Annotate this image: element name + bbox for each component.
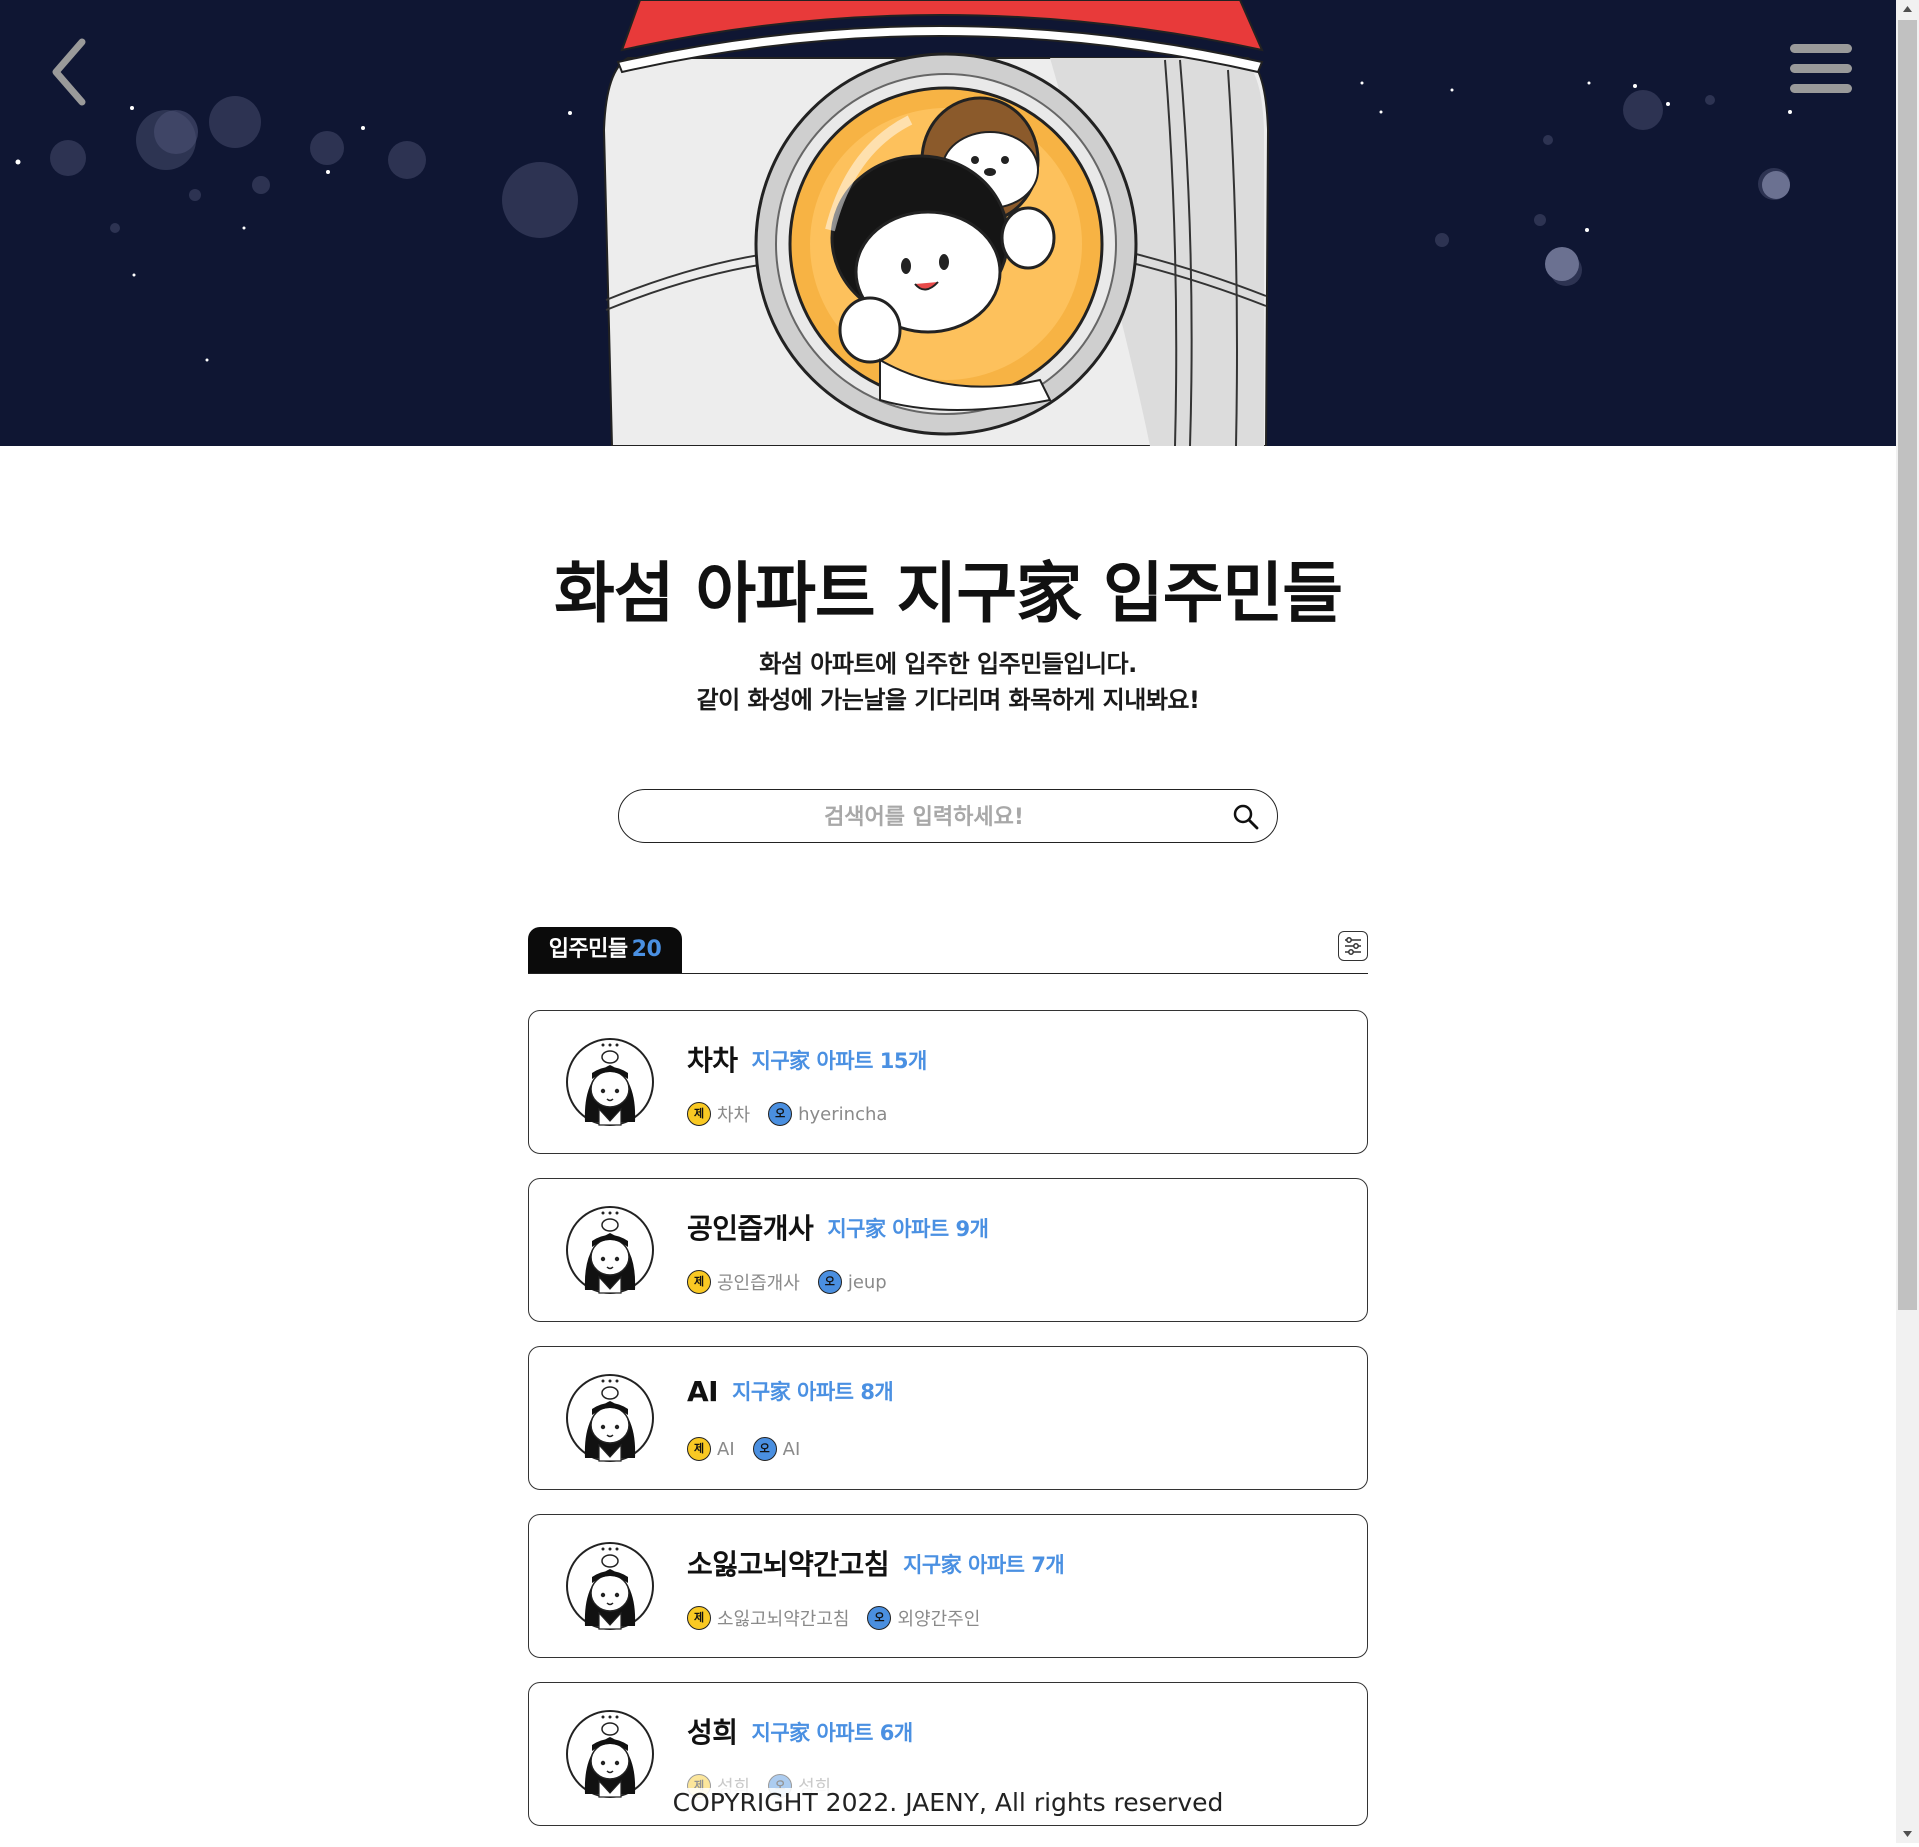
resident-name: AI <box>687 1375 719 1408</box>
resident-name: 공인즙개사 <box>687 1212 814 1245</box>
resident-name: 성희 <box>687 1716 738 1749</box>
resident-card[interactable]: AI 지구家 아파트 8개 제 AI 오 AI <box>528 1346 1368 1490</box>
search-button[interactable] <box>1231 802 1261 832</box>
back-button[interactable] <box>42 30 102 114</box>
je-badge-icon: 제 <box>687 1270 711 1294</box>
tab-residents-count: 20 <box>631 937 662 962</box>
o-chip: 오 jeup <box>817 1270 887 1294</box>
avatar <box>565 1205 655 1295</box>
triangle-up-icon <box>1903 6 1912 12</box>
vertical-scrollbar[interactable] <box>1896 0 1919 1843</box>
apartment-count: 지구家 아파트 9개 <box>827 1217 989 1241</box>
scrollbar-thumb[interactable] <box>1898 20 1917 1310</box>
search-bar <box>618 789 1278 843</box>
o-chip: 오 외양간주인 <box>867 1605 980 1631</box>
resident-card[interactable]: 소잃고뇌약간고침 지구家 아파트 7개 제 소잃고뇌약간고침 오 외양간주인 <box>528 1514 1368 1658</box>
je-badge-icon: 제 <box>687 1102 711 1126</box>
resident-name-row: 차차 지구家 아파트 15개 <box>687 1039 927 1079</box>
o-chip: 오 AI <box>752 1437 801 1461</box>
resident-card[interactable]: 차차 지구家 아파트 15개 제 차차 오 hyerincha <box>528 1010 1368 1154</box>
je-badge-icon: 제 <box>687 1437 711 1461</box>
je-chip: 제 AI <box>687 1437 735 1461</box>
tab-residents[interactable]: 입주민들 20 <box>528 927 682 973</box>
o-badge-icon: 오 <box>768 1102 793 1126</box>
hero-banner <box>0 0 1896 446</box>
je-chip: 제 소잃고뇌약간고침 <box>687 1605 849 1631</box>
resident-name-row: 성희 지구家 아파트 6개 <box>687 1711 913 1751</box>
tab-residents-label: 입주민들 <box>548 937 628 962</box>
resident-name: 소잃고뇌약간고침 <box>687 1548 890 1581</box>
o-badge-icon: 오 <box>817 1270 842 1294</box>
je-badge-icon: 제 <box>687 1606 711 1630</box>
resident-meta: 제 AI 오 AI <box>687 1437 818 1463</box>
page-subtitle-line-2: 같이 화성에 가는날을 기다리며 화목하게 지내봐요! <box>696 686 1200 714</box>
search-input[interactable] <box>639 798 1209 836</box>
je-chip: 제 차차 <box>687 1101 750 1127</box>
filter-sliders-icon <box>1345 937 1361 955</box>
o-value: jeup <box>847 1271 887 1293</box>
resident-card[interactable]: 공인즙개사 지구家 아파트 9개 제 공인즙개사 오 jeup <box>528 1178 1368 1322</box>
search-icon <box>1233 804 1259 830</box>
o-badge-icon: 오 <box>867 1606 892 1630</box>
menu-button[interactable] <box>1780 36 1858 104</box>
avatar <box>565 1037 655 1127</box>
page-title: 화섬 아파트 지구家 입주민들 <box>554 555 1343 632</box>
resident-name-row: 소잃고뇌약간고침 지구家 아파트 7개 <box>687 1543 1065 1583</box>
rocket-illustration <box>15 0 1792 446</box>
je-value: 소잃고뇌약간고침 <box>717 1609 850 1630</box>
je-value: AI <box>717 1438 735 1460</box>
je-chip: 제 공인즙개사 <box>687 1269 800 1295</box>
o-value: AI <box>782 1438 801 1460</box>
apartment-count: 지구家 아파트 7개 <box>903 1553 1065 1577</box>
resident-meta: 제 공인즙개사 오 jeup <box>687 1269 905 1295</box>
filter-button[interactable] <box>1338 931 1368 961</box>
o-value: hyerincha <box>798 1103 888 1125</box>
scroll-down-arrow[interactable] <box>1896 1825 1919 1843</box>
o-badge-icon: 오 <box>752 1437 777 1461</box>
hamburger-menu-icon <box>1790 44 1852 93</box>
je-value: 차차 <box>717 1105 751 1126</box>
chevron-left-icon <box>52 38 86 106</box>
page-subtitle-line-1: 화섬 아파트에 입주한 입주민들입니다. <box>759 650 1137 678</box>
o-value: 외양간주인 <box>897 1609 981 1630</box>
apartment-count: 지구家 아파트 15개 <box>751 1049 928 1073</box>
page: 화섬 아파트 지구家 입주민들 화섬 아파트에 입주한 입주민들입니다. 같이 … <box>0 0 1896 1843</box>
resident-tab-bar: 입주민들 20 <box>528 927 1368 974</box>
resident-name: 차차 <box>687 1044 738 1077</box>
avatar <box>565 1709 655 1799</box>
o-chip: 오 hyerincha <box>768 1102 887 1126</box>
triangle-down-icon <box>1903 1831 1912 1837</box>
footer-copyright: COPYRIGHT 2022. JAENY, All rights reserv… <box>0 1788 1896 1817</box>
resident-meta: 제 차차 오 hyerincha <box>687 1101 905 1127</box>
resident-meta: 제 소잃고뇌약간고침 오 외양간주인 <box>687 1605 998 1631</box>
footer-copyright-text: COPYRIGHT 2022. JAENY, All rights reserv… <box>664 1788 1232 1817</box>
resident-name-row: 공인즙개사 지구家 아파트 9개 <box>687 1207 989 1247</box>
avatar <box>565 1541 655 1631</box>
je-value: 공인즙개사 <box>717 1273 800 1294</box>
resident-name-row: AI 지구家 아파트 8개 <box>687 1375 894 1408</box>
avatar <box>565 1373 655 1463</box>
apartment-count: 지구家 아파트 6개 <box>751 1721 914 1745</box>
scroll-up-arrow[interactable] <box>1896 0 1919 18</box>
apartment-count: 지구家 아파트 8개 <box>732 1380 894 1404</box>
